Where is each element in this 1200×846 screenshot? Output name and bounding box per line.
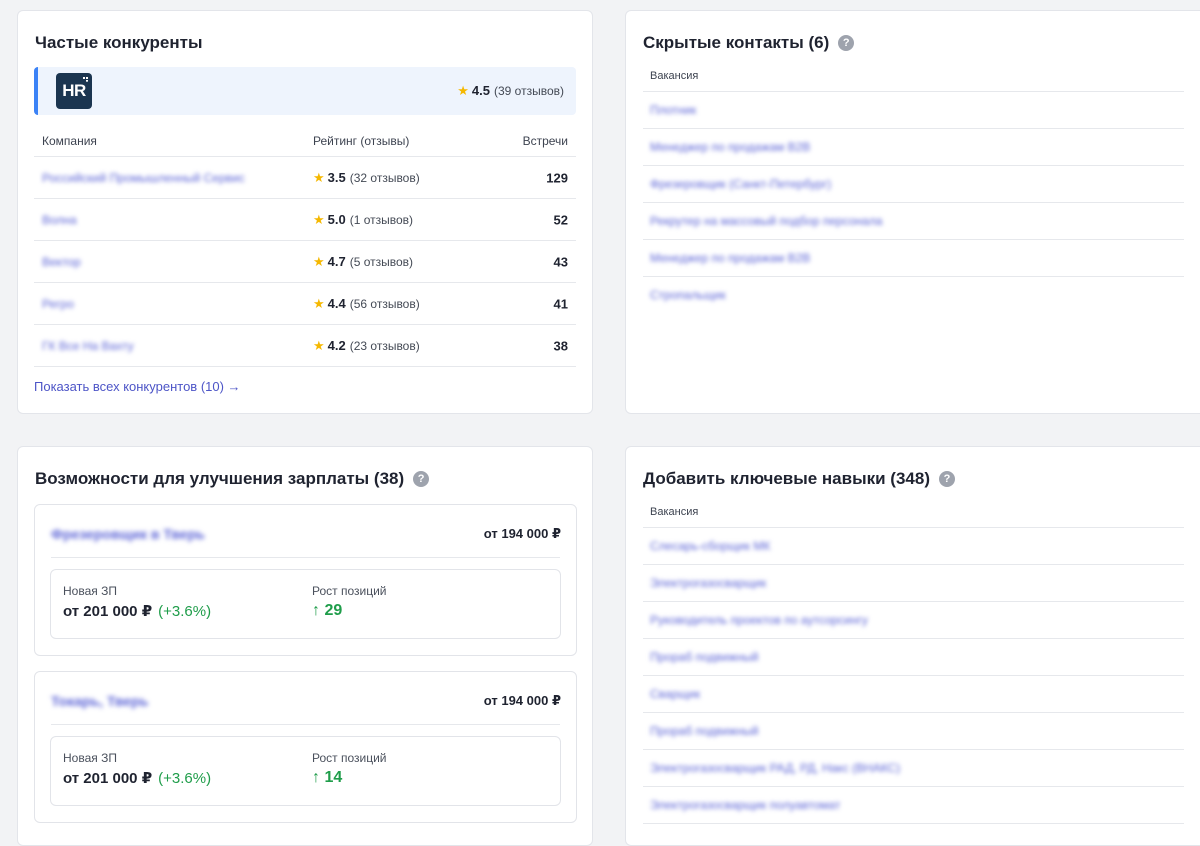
- competitor-meetings: 129: [546, 170, 568, 185]
- vacancy-link[interactable]: Прораб подвижный: [650, 650, 759, 664]
- current-salary: от 194 000 ₽: [483, 526, 561, 541]
- competitors-card: Частые конкуренты HR ★ 4.5 (39 отзывов) Ко…: [17, 10, 593, 414]
- divider: [51, 557, 560, 558]
- own-company-row: HR ★ 4.5 (39 отзывов): [34, 67, 576, 115]
- competitor-meetings: 52: [553, 212, 568, 227]
- position-growth-value: ↑ 29: [312, 602, 343, 619]
- table-row: Менеджер по продажам B2B: [643, 240, 1184, 277]
- salary-offer: Фрезеровщик в Тверь от 194 000 ₽ Новая ЗП о…: [34, 504, 577, 656]
- table-row: Электрогазосварщик РАД, РД, Накс (ВНАКС): [643, 750, 1184, 787]
- table-row: Плотник: [643, 92, 1184, 129]
- salary-improvements-card: Возможности для улучшения зарплаты (38) …: [17, 446, 593, 846]
- vacancy-link[interactable]: Стропальщик: [650, 288, 726, 302]
- star-icon: ★: [313, 211, 325, 227]
- vacancy-link[interactable]: Электрогазосварщик: [650, 576, 766, 590]
- table-row: Электрогазосварщик полуавтомат: [643, 787, 1184, 824]
- help-icon[interactable]: ?: [938, 471, 955, 487]
- new-salary-value: от 201 000 ₽ (+3.6%): [63, 603, 212, 620]
- star-icon: ★: [313, 253, 325, 269]
- vacancy-link[interactable]: Рекрутер на массовый подбор персонала: [650, 214, 882, 228]
- column-header-rating: Рейтинг (отзывы): [313, 134, 410, 148]
- competitor-rating: ★ 5.0 (1 отзывов): [313, 211, 414, 227]
- star-icon: ★: [313, 295, 325, 311]
- column-header-meetings: Встречи: [522, 134, 568, 148]
- competitor-link[interactable]: Регро: [42, 297, 74, 311]
- competitor-rating: ★ 4.2 (23 отзывов): [313, 337, 420, 353]
- vacancy-link[interactable]: Фрезеровщик (Санкт-Петербург): [650, 177, 831, 191]
- vacancy-link[interactable]: Слесарь-сборщик МК: [650, 539, 770, 553]
- table-row: Рекрутер на массовый подбор персонала: [643, 203, 1184, 240]
- vacancy-link[interactable]: Сварщик: [650, 687, 700, 701]
- table-row: Руководитель проектов по аутсорсингу: [643, 602, 1184, 639]
- position-growth-label: Рост позиций: [312, 584, 387, 598]
- own-rating: ★ 4.5 (39 отзывов): [457, 83, 564, 98]
- competitor-rating: ★ 4.4 (56 отзывов): [313, 295, 420, 311]
- competitor-link[interactable]: Российский Промышленный Сервис: [42, 171, 245, 185]
- new-salary-label: Новая ЗП: [63, 751, 117, 765]
- competitor-link[interactable]: Волна: [42, 213, 77, 227]
- competitors-table: Компания Рейтинг (отзывы) Встречи Россий…: [34, 126, 576, 367]
- vacancy-link[interactable]: Менеджер по продажам B2B: [650, 140, 810, 154]
- table-row: Слесарь-сборщик МК: [643, 528, 1184, 565]
- salary-suggestion: Новая ЗП от 201 000 ₽ (+3.6%) Рост позиций ↑…: [50, 736, 561, 806]
- table-row: Менеджер по продажам B2B: [643, 129, 1184, 166]
- position-growth-value: ↑ 14: [312, 769, 343, 786]
- skills-title: Добавить ключевые навыки (348) ?: [643, 469, 955, 489]
- current-salary: от 194 000 ₽: [483, 693, 561, 708]
- salary-change-percent: (+3.6%): [158, 603, 212, 620]
- table-header: Вакансия: [643, 501, 1184, 528]
- table-row: Сварщик: [643, 676, 1184, 713]
- table-row: Волна ★ 5.0 (1 отзывов) 52: [34, 199, 576, 241]
- vacancy-link[interactable]: Электрогазосварщик РАД, РД, Накс (ВНАКС): [650, 761, 900, 775]
- competitor-rating: ★ 3.5 (32 отзывов): [313, 169, 420, 185]
- skills-table: Вакансия Слесарь-сборщик МК Электрогазосв…: [643, 501, 1184, 824]
- show-all-competitors-link[interactable]: Показать всех конкурентов (10) →: [34, 379, 241, 394]
- new-salary-value: от 201 000 ₽ (+3.6%): [63, 770, 212, 787]
- company-logo: HR: [56, 73, 92, 109]
- vacancy-link[interactable]: Токарь, Тверь: [51, 693, 148, 709]
- column-header-company: Компания: [42, 134, 97, 148]
- table-row: Российский Промышленный Сервис ★ 3.5 (32 от…: [34, 157, 576, 199]
- competitor-meetings: 43: [553, 254, 568, 269]
- table-row: Вектор ★ 4.7 (5 отзывов) 43: [34, 241, 576, 283]
- table-row: Прораб подвижный: [643, 639, 1184, 676]
- position-growth-label: Рост позиций: [312, 751, 387, 765]
- hidden-contacts-title: Скрытые контакты (6) ?: [643, 33, 855, 53]
- table-row: Фрезеровщик (Санкт-Петербург): [643, 166, 1184, 203]
- table-row: Прораб подвижный: [643, 713, 1184, 750]
- competitors-title: Частые конкуренты: [35, 33, 203, 52]
- competitor-link[interactable]: Вектор: [42, 255, 81, 269]
- table-row: Электрогазосварщик: [643, 565, 1184, 602]
- salary-suggestion: Новая ЗП от 201 000 ₽ (+3.6%) Рост позиций ↑…: [50, 569, 561, 639]
- hidden-contacts-card: Скрытые контакты (6) ? Вакансия Плотник М…: [625, 10, 1200, 414]
- competitor-meetings: 41: [553, 296, 568, 311]
- vacancy-link[interactable]: Прораб подвижный: [650, 724, 759, 738]
- vacancy-link[interactable]: Плотник: [650, 103, 696, 117]
- star-icon: ★: [457, 83, 469, 98]
- competitor-rating: ★ 4.7 (5 отзывов): [313, 253, 414, 269]
- salary-change-percent: (+3.6%): [158, 770, 212, 787]
- competitor-meetings: 38: [553, 338, 568, 353]
- key-skills-card: Добавить ключевые навыки (348) ? Ваканси…: [625, 446, 1200, 846]
- vacancy-link[interactable]: Руководитель проектов по аутсорсингу: [650, 613, 868, 627]
- table-row: ГК Все На Вахту ★ 4.2 (23 отзывов) 38: [34, 325, 576, 367]
- table-header: Компания Рейтинг (отзывы) Встречи: [34, 126, 576, 157]
- star-icon: ★: [313, 169, 325, 185]
- salary-offer: Токарь, Тверь от 194 000 ₽ Новая ЗП от 201 …: [34, 671, 577, 823]
- help-icon[interactable]: ?: [838, 35, 855, 51]
- new-salary-label: Новая ЗП: [63, 584, 117, 598]
- salary-title: Возможности для улучшения зарплаты (38) …: [35, 469, 430, 489]
- table-row: Стропальщик: [643, 277, 1184, 313]
- table-header: Вакансия: [643, 65, 1184, 92]
- star-icon: ★: [313, 337, 325, 353]
- hidden-contacts-table: Вакансия Плотник Менеджер по продажам B2B…: [643, 65, 1184, 313]
- vacancy-link[interactable]: Фрезеровщик в Тверь: [51, 526, 205, 542]
- help-icon[interactable]: ?: [413, 471, 430, 487]
- divider: [51, 724, 560, 725]
- vacancy-link[interactable]: Менеджер по продажам B2B: [650, 251, 810, 265]
- table-row: Регро ★ 4.4 (56 отзывов) 41: [34, 283, 576, 325]
- competitor-link[interactable]: ГК Все На Вахту: [42, 339, 134, 353]
- vacancy-link[interactable]: Электрогазосварщик полуавтомат: [650, 798, 840, 812]
